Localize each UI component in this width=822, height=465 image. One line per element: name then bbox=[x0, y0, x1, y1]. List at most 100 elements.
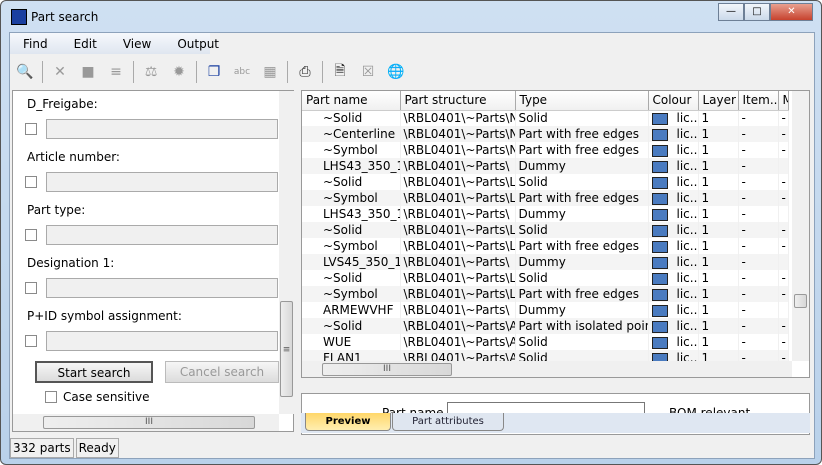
part-type-input[interactable] bbox=[46, 225, 278, 245]
table-row[interactable]: ~Solid\RBL0401\~Parts\A...Part with isol… bbox=[302, 318, 789, 334]
table-row[interactable]: ~Solid\RBL0401\~Parts\L...Solidlic...1-- bbox=[302, 222, 789, 238]
menu-edit[interactable]: Edit bbox=[61, 33, 110, 54]
tab-preview[interactable]: Preview bbox=[305, 413, 391, 431]
table-cell: 1 bbox=[698, 238, 739, 254]
column-header[interactable]: Part name bbox=[302, 91, 401, 111]
scroll-thumb[interactable]: III bbox=[322, 363, 452, 376]
case-sensitive-checkbox[interactable] bbox=[45, 391, 57, 403]
search-preview-icon[interactable]: 🔍 bbox=[14, 61, 36, 83]
table-row[interactable]: ~Symbol\RBL0401\~Parts\L...Part with fre… bbox=[302, 286, 789, 302]
minimize-button[interactable]: — bbox=[718, 3, 744, 21]
table-icon[interactable]: ▦ bbox=[259, 61, 281, 83]
close-button[interactable]: ✕ bbox=[770, 3, 813, 21]
separator bbox=[133, 61, 134, 83]
menu-find[interactable]: Find bbox=[10, 33, 61, 54]
colour-swatch bbox=[651, 128, 668, 141]
colour-name: lic... bbox=[676, 191, 698, 205]
colour-name: lic... bbox=[676, 271, 698, 285]
sort-abc-icon[interactable]: abc bbox=[231, 61, 253, 83]
bug-icon[interactable]: ✹ bbox=[168, 61, 190, 83]
table-cell: Part with isolated points bbox=[515, 318, 649, 334]
horizontal-scrollbar[interactable]: III bbox=[302, 361, 792, 377]
colour-swatch bbox=[651, 208, 668, 221]
pid-symbol-input[interactable] bbox=[46, 331, 278, 351]
column-header[interactable]: Colour bbox=[648, 91, 699, 111]
table-row[interactable]: LHS43_350_1\RBL0401\~Parts\Dummy lic...1- bbox=[302, 206, 789, 222]
table-cell: LHS43_350_1 bbox=[302, 158, 401, 174]
column-header[interactable]: Part structure bbox=[400, 91, 516, 111]
table-cell: 1 bbox=[698, 270, 739, 286]
scroll-thumb[interactable]: III bbox=[43, 416, 255, 429]
status-bar: 332 parts Ready bbox=[10, 438, 816, 458]
table-cell: - bbox=[738, 270, 779, 286]
table-cell: LVS45_350_1 bbox=[302, 254, 401, 270]
table-cell: - bbox=[738, 318, 779, 334]
table-row[interactable]: ARMEWVHF\RBL0401\~Parts\Dummy lic...1- bbox=[302, 302, 789, 318]
colour-swatch bbox=[651, 160, 668, 173]
document-icon[interactable]: 🗎 bbox=[329, 61, 351, 83]
table-cell: ~Solid bbox=[302, 174, 401, 190]
field-checkbox[interactable] bbox=[25, 123, 37, 135]
horizontal-scrollbar[interactable]: III bbox=[13, 414, 279, 431]
table-row[interactable]: ~Symbol\RBL0401\~Parts\N...Part with fre… bbox=[302, 142, 789, 158]
table-cell bbox=[778, 254, 789, 270]
table-cell: - bbox=[738, 238, 779, 254]
table-row[interactable]: LVS45_350_1\RBL0401\~Parts\Dummy lic...1- bbox=[302, 254, 789, 270]
field-checkbox[interactable] bbox=[25, 229, 37, 241]
field-label: P+ID symbol assignment: bbox=[27, 309, 182, 323]
table-cell: Dummy bbox=[515, 302, 649, 318]
field-checkbox[interactable] bbox=[25, 282, 37, 294]
scroll-thumb[interactable] bbox=[794, 294, 807, 308]
field-checkbox[interactable] bbox=[25, 176, 37, 188]
article-number-input[interactable] bbox=[46, 172, 278, 192]
column-header[interactable]: Layer bbox=[698, 91, 739, 111]
table-row[interactable]: ~Solid\RBL0401\~Parts\N...Solidlic...1-- bbox=[302, 110, 789, 126]
field-checkbox[interactable] bbox=[25, 335, 37, 347]
delete-icon[interactable]: ✕ bbox=[49, 61, 71, 83]
table-row[interactable]: ~Symbol\RBL0401\~Parts\L...Part with fre… bbox=[302, 238, 789, 254]
colour-name: lic... bbox=[676, 111, 698, 126]
table-row[interactable]: WUE\RBL0401\~Parts\A...Solidlic...1-- bbox=[302, 334, 789, 350]
excel-icon[interactable]: ☒ bbox=[357, 61, 379, 83]
results-list: Part name Part structure Type Colour Layer It… bbox=[301, 90, 810, 378]
stop-icon[interactable]: ■ bbox=[77, 61, 99, 83]
scroll-thumb[interactable]: ≡ bbox=[280, 301, 293, 397]
menu-view[interactable]: View bbox=[110, 33, 164, 54]
colour-swatch bbox=[651, 176, 668, 189]
tab-part-attributes[interactable]: Part attributes bbox=[392, 413, 504, 431]
column-header[interactable]: M bbox=[778, 91, 789, 111]
table-cell: \RBL0401\~Parts\N... bbox=[400, 126, 516, 142]
table-row[interactable]: ~Solid\RBL0401\~Parts\L...Solidlic...1-- bbox=[302, 270, 789, 286]
table-cell: 1 bbox=[698, 302, 739, 318]
table-row[interactable]: LHS43_350_1\RBL0401\~Parts\Dummy lic...1- bbox=[302, 158, 789, 174]
table-row[interactable]: ~Centerline\RBL0401\~Parts\N...Part with… bbox=[302, 126, 789, 142]
colour-name: lic... bbox=[676, 127, 698, 141]
table-cell: ~Solid bbox=[302, 110, 401, 126]
cancel-search-button[interactable]: Cancel search bbox=[165, 361, 279, 383]
column-header[interactable]: Type bbox=[515, 91, 649, 111]
start-search-button[interactable]: Start search bbox=[35, 361, 153, 383]
table-cell: Dummy bbox=[515, 158, 649, 174]
designation-input[interactable] bbox=[46, 278, 278, 298]
table-cell: Part with free edges bbox=[515, 126, 649, 142]
globe-icon[interactable]: 🌐 bbox=[385, 61, 407, 83]
windows-icon[interactable]: ❐ bbox=[203, 61, 225, 83]
vertical-scrollbar[interactable] bbox=[792, 91, 809, 361]
vertical-scrollbar[interactable]: ≡ bbox=[279, 91, 294, 414]
table-row[interactable]: ~Solid\RBL0401\~Parts\L...Solidlic...1-- bbox=[302, 174, 789, 190]
d-freigabe-input[interactable] bbox=[46, 119, 278, 139]
maximize-button[interactable]: □ bbox=[744, 3, 770, 21]
table-row[interactable]: ~Symbol\RBL0401\~Parts\L...Part with fre… bbox=[302, 190, 789, 206]
list-export-icon[interactable]: ≡ bbox=[105, 61, 127, 83]
table-cell: \RBL0401\~Parts\L... bbox=[400, 174, 516, 190]
table-cell: Solid bbox=[515, 110, 649, 126]
weight-icon[interactable]: ⚖ bbox=[140, 61, 162, 83]
table-cell: WUE bbox=[302, 334, 401, 350]
column-header[interactable]: Item... bbox=[738, 91, 779, 111]
table-cell: 1 bbox=[698, 158, 739, 174]
part-count: 332 parts bbox=[10, 438, 74, 458]
menu-output[interactable]: Output bbox=[164, 33, 232, 54]
table-cell: Solid bbox=[515, 334, 649, 350]
table-cell: 1 bbox=[698, 110, 739, 126]
print-icon[interactable]: ⎙ bbox=[294, 61, 316, 83]
